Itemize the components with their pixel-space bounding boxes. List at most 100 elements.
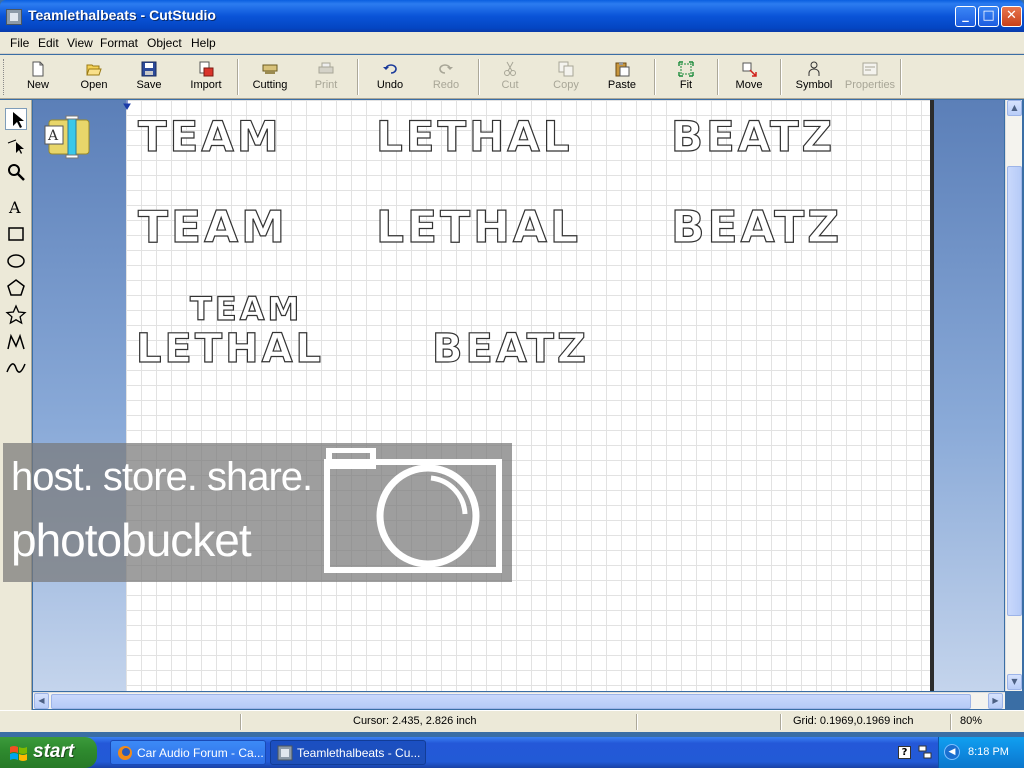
fit-button[interactable]: Fit	[670, 57, 702, 97]
tray-expand-chevron-icon[interactable]: ◀	[944, 744, 960, 760]
vertical-scrollbar[interactable]: ▲ ▼	[1005, 100, 1022, 691]
scroll-left-arrow-icon[interactable]: ◀	[34, 693, 49, 709]
artwork-word-team[interactable]: Team	[137, 111, 282, 161]
minimize-button[interactable]: _	[955, 6, 976, 27]
fit-label: Fit	[679, 79, 693, 91]
text-layer-icon[interactable]: A	[41, 110, 97, 160]
artwork-word-team[interactable]: Team	[189, 289, 302, 328]
toolbar-separator	[900, 59, 902, 95]
status-bar: Cursor: 2.435, 2.826 inch Grid: 0.1969,0…	[0, 710, 1024, 732]
save-disk-icon	[141, 61, 157, 77]
cutting-button[interactable]: Cutting	[248, 57, 292, 97]
scissors-icon	[504, 61, 516, 76]
toolbar-separator	[654, 59, 656, 95]
photobucket-watermark: host. store. share. photobucket	[3, 443, 512, 582]
text-tool-icon[interactable]: A	[5, 196, 27, 218]
redo-button[interactable]: Redo	[427, 57, 465, 97]
scroll-down-arrow-icon[interactable]: ▼	[1007, 674, 1022, 690]
start-label: start	[33, 741, 75, 762]
new-button[interactable]: New	[20, 57, 56, 97]
artwork-word-lethal[interactable]: Lethal	[135, 325, 324, 372]
menu-format[interactable]: Format	[100, 36, 138, 50]
origin-arrow-icon	[123, 100, 131, 110]
properties-button[interactable]: Properties	[842, 57, 898, 97]
menu-help[interactable]: Help	[191, 36, 216, 50]
taskbar-item-car-audio-forum[interactable]: Car Audio Forum - Ca...	[110, 740, 266, 765]
close-button[interactable]: ✕	[1001, 6, 1022, 27]
cutter-icon	[262, 64, 278, 74]
logo-row-stacked-top[interactable]: Team	[126, 289, 346, 330]
printer-icon	[318, 62, 334, 74]
symbol-person-icon	[808, 61, 820, 76]
rectangle-tool-icon[interactable]	[5, 223, 27, 245]
symbol-button[interactable]: Symbol	[794, 57, 834, 97]
artwork-word-beatz[interactable]: Beatz	[431, 325, 589, 372]
title-bar[interactable]: Teamlethalbeats - CutStudio _ □ ✕	[0, 0, 1024, 32]
status-divider	[950, 714, 952, 730]
toolbar-grip[interactable]	[3, 59, 6, 95]
system-tray: ◀ 8:18 PM	[938, 737, 1024, 768]
save-label: Save	[136, 79, 162, 91]
cutting-sheet[interactable]: Team Lethal Beatz Team Lethal Beatz Team…	[126, 100, 930, 691]
vertical-scroll-thumb[interactable]	[1007, 166, 1022, 616]
artwork-word-lethal[interactable]: Lethal	[375, 111, 573, 161]
logo-row-stacked-bottom[interactable]: Lethal Beatz	[126, 325, 686, 378]
redo-arrow-icon	[439, 64, 453, 74]
save-button[interactable]: Save	[131, 57, 167, 97]
sheet-edge	[930, 100, 934, 691]
tool-palette: A	[0, 100, 32, 712]
undo-button[interactable]: Undo	[371, 57, 409, 97]
copy-button[interactable]: Copy	[548, 57, 584, 97]
artwork-word-lethal[interactable]: Lethal	[375, 201, 581, 253]
help-icon[interactable]: ?	[898, 746, 911, 759]
network-icon[interactable]	[918, 745, 932, 759]
horizontal-scrollbar[interactable]: ◀ ▶	[33, 692, 1005, 709]
move-button[interactable]: Move	[731, 57, 767, 97]
ellipse-tool-icon[interactable]	[5, 250, 27, 272]
logo-row-cracked[interactable]: Team Lethal Beatz	[126, 111, 926, 162]
scroll-right-arrow-icon[interactable]: ▶	[988, 693, 1003, 709]
paste-button[interactable]: Paste	[601, 57, 643, 97]
maximize-button[interactable]: □	[978, 6, 999, 27]
camera-icon	[324, 448, 502, 573]
clock[interactable]: 8:18 PM	[968, 746, 1009, 758]
open-button[interactable]: Open	[74, 57, 114, 97]
logo-row-plain[interactable]: Team Lethal Beatz	[126, 201, 926, 256]
taskbar-item-cutstudio[interactable]: Teamlethalbeats - Cu...	[270, 740, 426, 765]
artwork-word-beatz[interactable]: Beatz	[670, 111, 835, 161]
menu-edit[interactable]: Edit	[38, 36, 59, 50]
star-tool-icon[interactable]	[5, 304, 27, 326]
artwork-word-beatz[interactable]: Beatz	[670, 201, 842, 253]
menu-view[interactable]: View	[67, 36, 93, 50]
print-button[interactable]: Print	[308, 57, 344, 97]
node-edit-tool-icon[interactable]	[5, 134, 27, 156]
zoom-level: 80%	[960, 715, 983, 727]
cut-button[interactable]: Cut	[493, 57, 527, 97]
new-document-icon	[32, 61, 44, 77]
artwork-word-team[interactable]: Team	[137, 201, 288, 253]
move-label: Move	[735, 79, 763, 91]
cutstudio-app-icon[interactable]	[6, 9, 22, 25]
scroll-up-arrow-icon[interactable]: ▲	[1007, 100, 1022, 116]
start-button[interactable]: start	[0, 737, 97, 768]
menu-bar: File Edit View Format Object Help	[0, 32, 1024, 54]
import-button[interactable]: Import	[184, 57, 228, 97]
properties-icon	[862, 62, 878, 76]
svg-text:A: A	[47, 128, 59, 144]
paste-clipboard-icon	[615, 62, 630, 77]
copy-icon	[558, 61, 574, 77]
zoom-tool-icon[interactable]	[5, 161, 27, 183]
horizontal-scroll-thumb[interactable]	[51, 694, 971, 709]
polyline-tool-icon[interactable]	[5, 331, 27, 353]
menu-file[interactable]: File	[10, 36, 29, 50]
toolbar-separator	[357, 59, 359, 95]
cutting-label: Cutting	[252, 79, 288, 91]
canvas-workspace[interactable]: A Team Lethal Beatz Team Lethal Beatz Te…	[33, 100, 1004, 691]
polygon-tool-icon[interactable]	[5, 277, 27, 299]
select-tool-icon[interactable]	[5, 108, 27, 130]
curve-tool-icon[interactable]	[5, 357, 27, 379]
copy-label: Copy	[553, 79, 579, 91]
taskbar-item-label: Car Audio Forum - Ca...	[137, 746, 264, 760]
menu-object[interactable]: Object	[147, 36, 182, 50]
undo-label: Undo	[376, 79, 404, 91]
